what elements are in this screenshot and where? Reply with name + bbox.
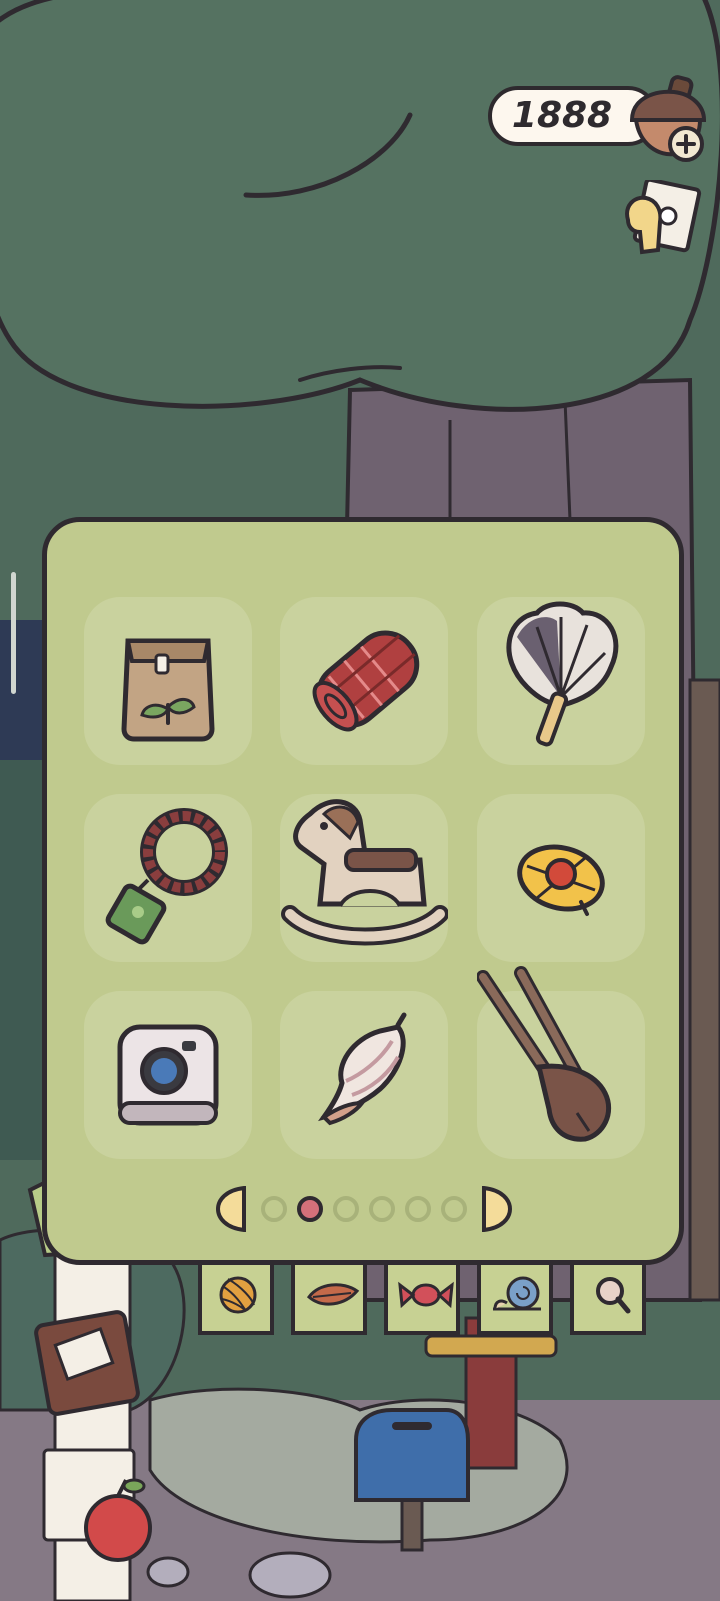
page-dot[interactable] <box>333 1196 359 1222</box>
rocking-horse-icon <box>281 799 448 946</box>
magnifier-icon <box>596 1277 631 1314</box>
inventory-slot[interactable] <box>477 597 645 765</box>
tab-yarn[interactable] <box>198 1265 274 1335</box>
page-dot[interactable] <box>261 1196 287 1222</box>
inventory-slot[interactable] <box>84 794 252 962</box>
seashell-icon <box>318 1012 407 1126</box>
scroll-indicator[interactable] <box>11 572 16 694</box>
inventory-slot[interactable] <box>84 991 252 1159</box>
page-dot[interactable] <box>405 1196 431 1222</box>
inventory-slot[interactable] <box>280 991 448 1159</box>
tab-leaf[interactable] <box>291 1265 367 1335</box>
seed-packet-icon <box>121 638 215 742</box>
tab-search[interactable] <box>570 1265 646 1335</box>
bead-bracelet-charm-icon <box>105 808 228 945</box>
next-page-button[interactable] <box>482 1186 513 1232</box>
inventory-slot[interactable] <box>477 966 645 1159</box>
tab-candy[interactable] <box>384 1265 460 1335</box>
inventory-slot[interactable] <box>477 794 645 962</box>
leaf-icon <box>306 1283 360 1306</box>
candy-icon <box>398 1281 454 1309</box>
inventory-slot[interactable] <box>280 794 448 962</box>
rolled-blanket-icon <box>312 630 420 732</box>
category-tabs <box>0 1265 720 1337</box>
currency-value: 1888 <box>511 95 613 136</box>
yarn-ball-icon <box>219 1276 257 1314</box>
journal-button[interactable] <box>618 177 702 260</box>
acorn-icon <box>629 75 707 162</box>
camera-icon <box>117 1024 219 1126</box>
prev-page-button[interactable] <box>215 1186 246 1232</box>
wooden-chopsticks-icon <box>477 966 612 1142</box>
tab-snail[interactable] <box>477 1265 553 1335</box>
inventory-slot[interactable] <box>280 597 448 765</box>
inventory-slot[interactable] <box>84 597 252 765</box>
page-dot[interactable] <box>369 1196 395 1222</box>
journal-icon <box>625 177 702 255</box>
plus-icon <box>668 126 704 162</box>
page-indicator <box>215 1186 513 1232</box>
page-dot[interactable] <box>441 1196 467 1222</box>
chevron-right-icon <box>482 1186 513 1232</box>
page-dot-active[interactable] <box>297 1196 323 1222</box>
chevron-left-icon <box>215 1186 246 1232</box>
add-currency-button[interactable] <box>626 74 712 166</box>
feather-fan-icon <box>506 601 619 747</box>
snail-icon <box>493 1276 541 1311</box>
spinning-top-icon <box>517 844 605 916</box>
